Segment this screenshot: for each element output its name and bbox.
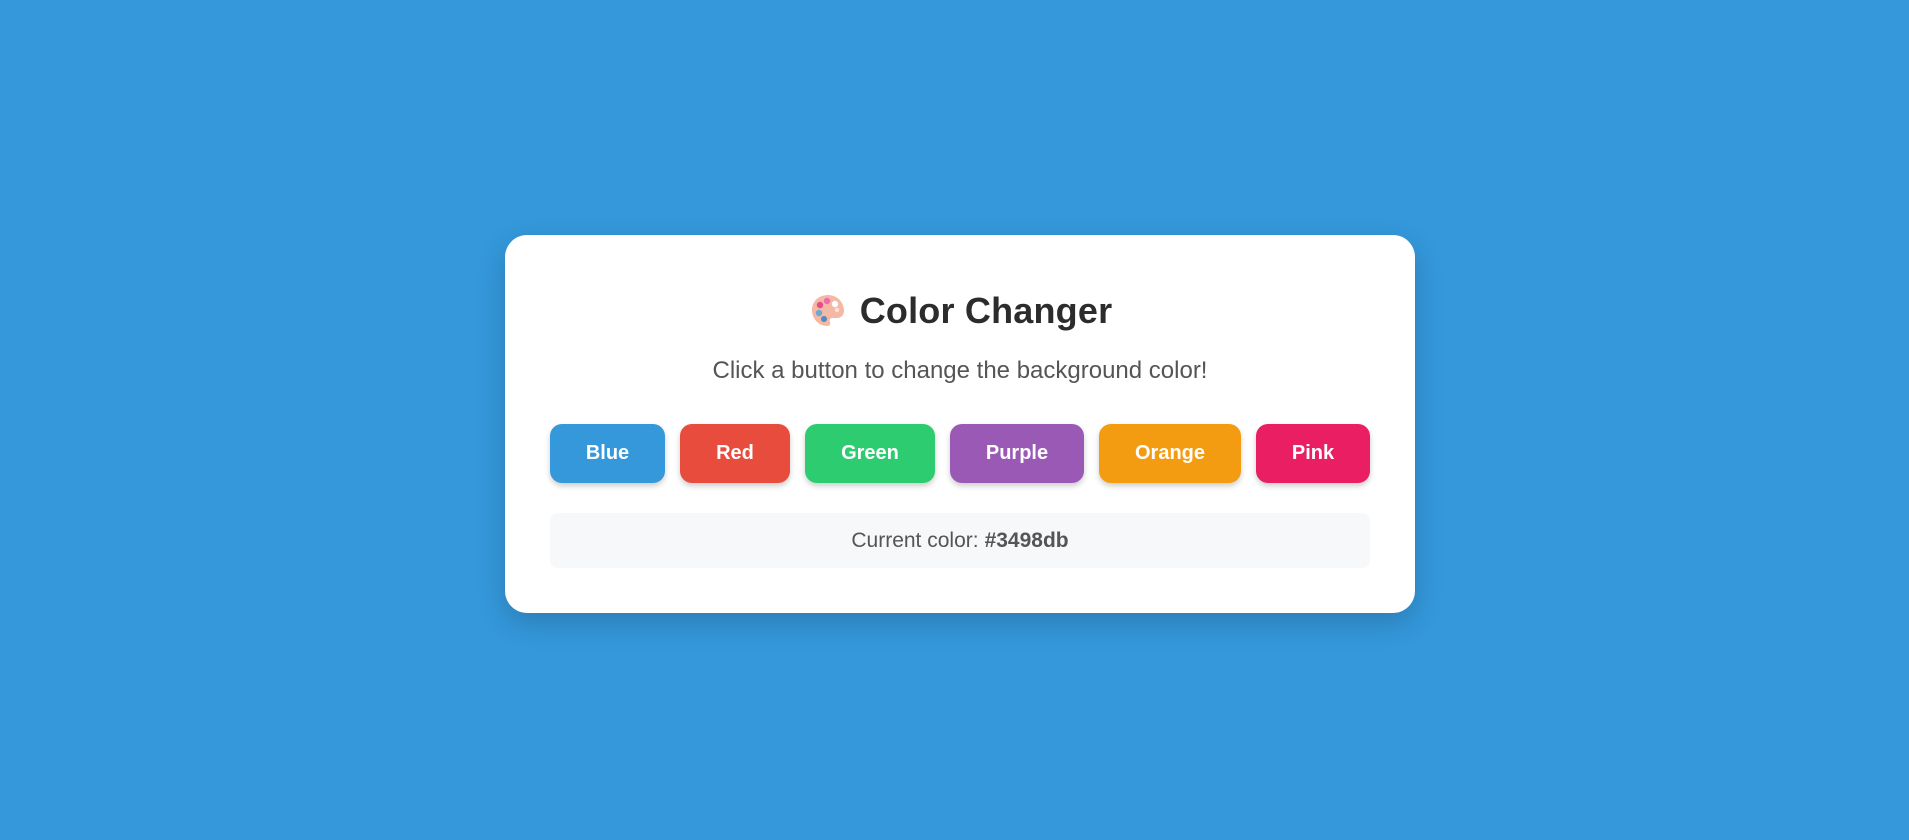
current-color-value: #3498db (984, 528, 1069, 552)
color-button-group: Blue Red Green Purple Orange Pink (550, 424, 1370, 484)
title-row: Color Changer (505, 283, 1415, 339)
green-button[interactable]: Green (805, 424, 935, 483)
page-title: Color Changer (859, 290, 1113, 331)
subtitle: Click a button to change the background … (712, 357, 1208, 384)
purple-button[interactable]: Purple (950, 424, 1084, 483)
current-color-display: Current color: #3498db (550, 513, 1370, 568)
color-changer-card: Color Changer Click a button to change t… (505, 235, 1415, 613)
red-button[interactable]: Red (680, 424, 790, 483)
palette-icon (808, 291, 848, 331)
current-color-label: Current color: (851, 528, 979, 552)
pink-button[interactable]: Pink (1256, 424, 1370, 483)
orange-button[interactable]: Orange (1099, 424, 1241, 483)
blue-button[interactable]: Blue (550, 424, 665, 483)
